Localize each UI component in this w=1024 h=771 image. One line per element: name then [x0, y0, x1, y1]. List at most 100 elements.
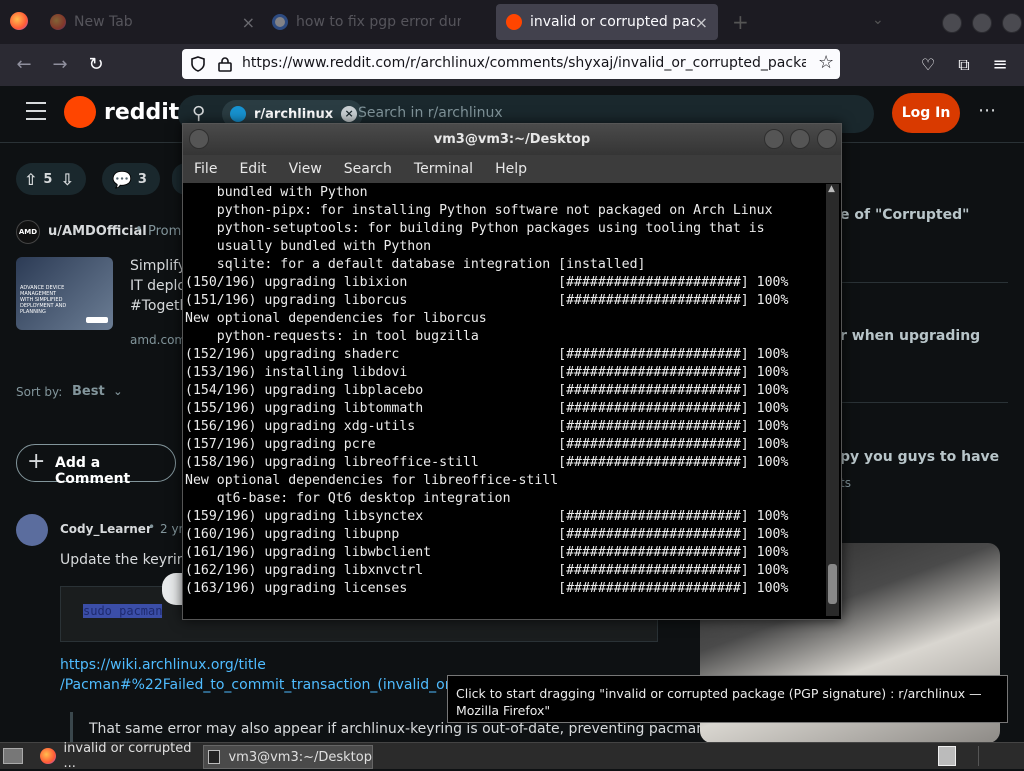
- downvote-icon[interactable]: ⇩: [60, 170, 73, 189]
- url-text[interactable]: https://www.reddit.com/r/archlinux/comme…: [242, 55, 806, 71]
- plus-icon: +: [27, 449, 46, 474]
- promo-image[interactable]: ADVANCE DEVICE MANAGEMENT WITH SIMPLIFIE…: [16, 257, 113, 330]
- search-icon: ⚲: [192, 103, 206, 124]
- lock-icon[interactable]: [218, 56, 232, 72]
- taskbar-item-firefox[interactable]: invalid or corrupted ...: [36, 741, 204, 771]
- archlinux-icon: [230, 106, 246, 122]
- promo-domain[interactable]: amd.com: [130, 333, 186, 347]
- quote-text: That same error may also appear if archl…: [89, 721, 706, 737]
- tab-label: how to fix pgp error dura: [296, 14, 461, 30]
- related-post-2[interactable]: r when upgrading: [840, 328, 980, 344]
- more-options-icon[interactable]: ⋯: [978, 100, 996, 121]
- taskbar-item-terminal[interactable]: vm3@vm3:~/Desktop: [203, 745, 373, 769]
- tray-screen-icon[interactable]: [938, 746, 956, 766]
- reload-icon[interactable]: ↻: [84, 53, 108, 77]
- menu-icon[interactable]: ≡: [988, 53, 1012, 77]
- menu-terminal[interactable]: Terminal: [414, 161, 473, 177]
- upvote-count: 5: [43, 171, 53, 187]
- close-window-button[interactable]: [1002, 13, 1022, 33]
- promo-avatar: AMD: [16, 220, 40, 244]
- menu-help[interactable]: Help: [495, 161, 527, 177]
- terminal-maximize-button[interactable]: [790, 129, 810, 149]
- chevron-down-icon: ⌄: [113, 385, 123, 398]
- taskbar: invalid or corrupted ... vm3@vm3:~/Deskt…: [0, 741, 1024, 771]
- wiki-link-line-1[interactable]: https://wiki.archlinux.org/title: [60, 657, 266, 673]
- hamburger-menu-icon[interactable]: [26, 102, 46, 120]
- sort-value: Best: [72, 384, 105, 399]
- close-icon[interactable]: ×: [695, 13, 708, 32]
- drag-tooltip: Click to start dragging "invalid or corr…: [447, 675, 1008, 723]
- tab-list-chevron-icon[interactable]: ⌄: [872, 12, 884, 28]
- subreddit-chip-label: r/archlinux: [254, 106, 334, 122]
- search-input[interactable]: Search in r/archlinux: [358, 105, 503, 121]
- bookmark-star-icon[interactable]: ☆: [818, 52, 834, 73]
- comment-text: Update the keyring,: [60, 552, 199, 568]
- shield-icon[interactable]: [190, 56, 206, 72]
- maximize-button[interactable]: [972, 13, 992, 33]
- wiki-link-line-2[interactable]: /Pacman#%22Failed_to_commit_transaction_…: [60, 677, 448, 693]
- firefox-icon: [40, 748, 56, 764]
- sort-dropdown[interactable]: Best ⌄: [72, 384, 122, 399]
- quote-bar: [70, 712, 73, 742]
- terminal-title: vm3@vm3:~/Desktop: [433, 132, 591, 147]
- terminal-output[interactable]: bundled with Python python-pipx: for ins…: [185, 184, 825, 614]
- extensions-icon[interactable]: ⧉: [952, 53, 976, 77]
- url-bar[interactable]: https://www.reddit.com/r/archlinux/comme…: [182, 49, 840, 79]
- add-comment-label: Add a Comment: [55, 455, 131, 487]
- comments-pill[interactable]: 💬 3: [102, 163, 160, 195]
- tab-reddit-active[interactable]: invalid or corrupted package ×: [496, 4, 718, 40]
- new-tab-icon[interactable]: +: [732, 10, 749, 34]
- minimize-button[interactable]: [942, 13, 962, 33]
- tray-divider: [978, 746, 979, 766]
- back-arrow-icon[interactable]: ←: [12, 53, 36, 77]
- promo-title-line-2[interactable]: IT deplo: [130, 278, 186, 294]
- tab-google-search[interactable]: how to fix pgp error dura: [272, 4, 487, 40]
- terminal-icon: [208, 750, 221, 764]
- browser-tab-bar: New Tab × how to fix pgp error dura inva…: [0, 0, 1024, 44]
- menu-edit[interactable]: Edit: [239, 161, 266, 177]
- promo-title-line-1[interactable]: Simplify: [130, 258, 186, 274]
- scroll-up-arrow-icon[interactable]: ▲: [828, 184, 835, 194]
- tab-label: invalid or corrupted package: [530, 14, 695, 30]
- divider: [840, 282, 1008, 283]
- tab-label: New Tab: [74, 14, 133, 30]
- terminal-title-bar[interactable]: vm3@vm3:~/Desktop: [183, 124, 841, 155]
- upvote-icon[interactable]: ⇧: [24, 170, 37, 189]
- forward-arrow-icon[interactable]: →: [48, 53, 72, 77]
- pocket-icon[interactable]: ♡: [916, 53, 940, 77]
- code-snippet[interactable]: sudo pacman: [83, 604, 163, 618]
- menu-file[interactable]: File: [194, 161, 217, 177]
- promo-dot: •: [135, 222, 143, 237]
- menu-search[interactable]: Search: [344, 161, 392, 177]
- scrollbar-thumb[interactable]: [828, 564, 837, 604]
- terminal-window[interactable]: vm3@vm3:~/Desktop File Edit View Search …: [182, 123, 842, 620]
- terminal-menu-bar: File Edit View Search Terminal Help: [183, 155, 841, 183]
- commenter-avatar[interactable]: [16, 514, 48, 546]
- close-icon[interactable]: ×: [242, 13, 255, 32]
- reddit-logo-icon[interactable]: [64, 96, 96, 128]
- firefox-view-icon[interactable]: [10, 12, 28, 30]
- tab-new-tab[interactable]: New Tab ×: [50, 4, 265, 40]
- commenter-username[interactable]: Cody_Learner: [60, 522, 152, 536]
- reddit-logo-text[interactable]: reddit: [104, 100, 179, 125]
- comment-icon: 💬: [112, 169, 132, 189]
- terminal-close-button[interactable]: [817, 129, 837, 149]
- comment-dot: •: [148, 520, 156, 534]
- related-post-1[interactable]: e of "Corrupted": [840, 207, 969, 223]
- taskbar-item-label: invalid or corrupted ...: [63, 741, 192, 771]
- related-post-3[interactable]: py you guys to have: [840, 449, 999, 465]
- comment-count: 3: [137, 171, 147, 187]
- menu-view[interactable]: View: [289, 161, 322, 177]
- reddit-icon: [506, 14, 522, 30]
- remove-chip-icon[interactable]: ×: [341, 106, 358, 122]
- promo-username[interactable]: u/AMDOfficial: [48, 224, 147, 239]
- add-comment-button[interactable]: + Add a Comment: [16, 444, 176, 487]
- terminal-minimize-button[interactable]: [764, 129, 784, 149]
- sort-label: Sort by:: [16, 385, 63, 399]
- terminal-scrollbar[interactable]: ▲: [826, 184, 839, 616]
- vote-pill[interactable]: ⇧ 5 ⇩: [16, 163, 86, 195]
- login-button[interactable]: Log In: [892, 93, 960, 133]
- divider: [840, 402, 1008, 403]
- google-icon: [272, 14, 288, 30]
- show-desktop-icon[interactable]: [3, 748, 23, 764]
